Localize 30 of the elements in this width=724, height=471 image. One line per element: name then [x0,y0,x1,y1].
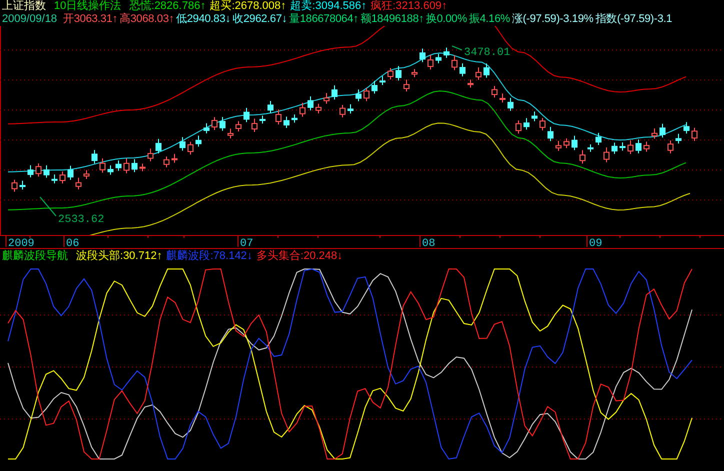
index-title: 上证指数 [2,0,46,13]
quote-value: 额18496188↑ [360,13,424,26]
quote-value: 量186678064↑ [289,13,358,26]
signal-value: 超买:2678.008↑ [210,0,286,13]
quote-value: 指数(-97.59)-3.1 [595,13,672,26]
indicator-value: 麒麟波段:78.142↓ [166,249,252,263]
indicator-value: 多头集合:20.248↓ [256,249,343,263]
high-price-label: 3478.01 [464,47,510,59]
quote-value: 振4.16% [468,13,510,26]
indicator-title: 麒麟波段导航 [2,249,68,263]
method-name: 10日线操作法 [54,0,122,12]
date-axis-label: 07 [240,238,254,248]
quote-value: 高3068.03↑ [120,13,174,26]
quote-value: 低2940.83↓ [176,13,231,26]
signal-value: 恐慌:2826.786↑ [129,0,206,12]
leader-line [40,196,56,216]
quote-value: 涨(-97.59)-3.19% [512,13,594,26]
quote-value: 收2962.67↓ [232,13,288,26]
date-axis-label: 08 [422,238,436,248]
signal-value: 疯狂:3213.609↑ [370,0,448,12]
quote-value: 换0.00% [426,13,467,26]
date-axis-label: 06 [66,238,80,248]
indicator-value: 波段头部:30.712↑ [76,249,162,263]
quote-date: 2009/09/18 [2,13,58,26]
leader-line [452,46,462,50]
date-axis-label: 2009 [8,238,34,248]
quote-value: 开3063.31↑ [63,13,118,26]
low-price-label: 2533.62 [58,214,104,226]
date-axis-label: 09 [589,238,602,248]
signal-value: 超卖:3094.586↑ [290,0,367,12]
